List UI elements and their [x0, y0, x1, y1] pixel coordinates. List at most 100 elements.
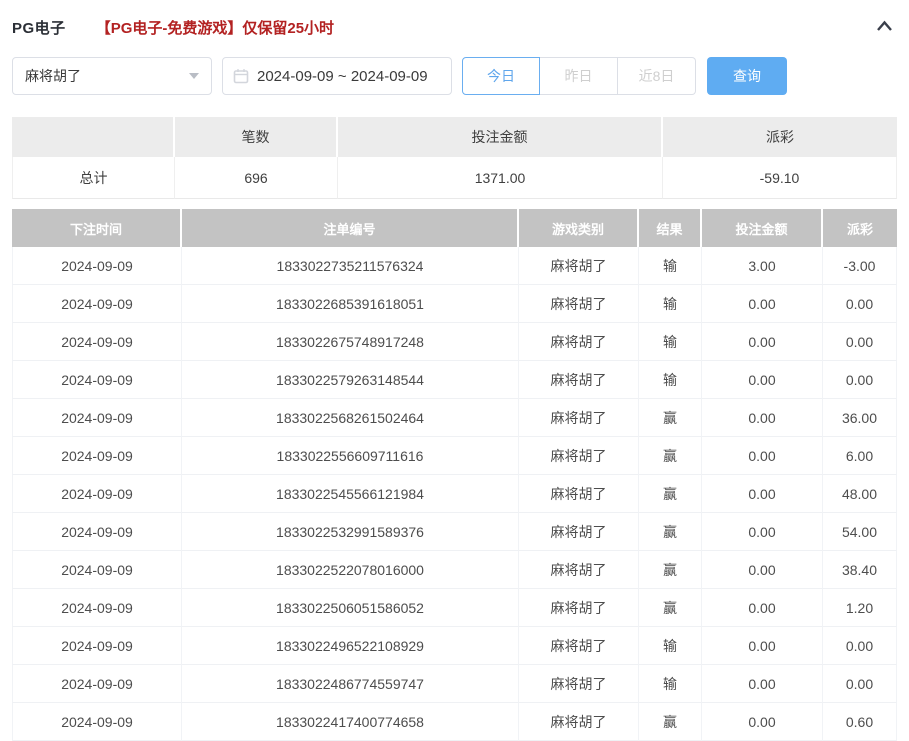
payout-cell: 48.00	[823, 475, 897, 513]
bet-id-cell: 1833022506051586052	[182, 589, 519, 627]
bet-amount-cell: 0.00	[702, 399, 823, 437]
payout-cell: 38.40	[823, 551, 897, 589]
result-cell: 输	[639, 323, 702, 361]
bet-time-cell: 2024-09-09	[12, 247, 182, 285]
table-row: 2024-09-09 1833022556609711616 麻将胡了赢 0.00 6.…	[12, 437, 897, 475]
bet-table-body: 2024-09-09 1833022735211576324 麻将胡了输 3.00 -3…	[12, 247, 897, 741]
game-type-cell: 麻将胡了	[519, 627, 639, 665]
bet-id-cell: 1833022522078016000	[182, 551, 519, 589]
table-row: 2024-09-09 1833022506051586052 麻将胡了赢 0.00 1.…	[12, 589, 897, 627]
table-row: 2024-09-09 1833022568261502464 麻将胡了赢 0.00 36…	[12, 399, 897, 437]
search-button[interactable]: 查询	[707, 57, 787, 95]
summary-total-payout: -59.10	[663, 157, 897, 199]
bet-amount-cell: 0.00	[702, 703, 823, 741]
result-cell: 赢	[639, 551, 702, 589]
result-cell: 输	[639, 285, 702, 323]
payout-cell: 54.00	[823, 513, 897, 551]
bet-time-cell: 2024-09-09	[12, 399, 182, 437]
bet-amount-cell: 0.00	[702, 361, 823, 399]
today-button[interactable]: 今日	[462, 57, 540, 95]
chevron-up-icon	[876, 19, 893, 37]
result-cell: 赢	[639, 399, 702, 437]
table-row: 2024-09-09 1833022532991589376 麻将胡了赢 0.00 54…	[12, 513, 897, 551]
payout-cell: 0.60	[823, 703, 897, 741]
game-type-cell: 麻将胡了	[519, 665, 639, 703]
game-type-cell: 麻将胡了	[519, 361, 639, 399]
bet-id-cell: 1833022545566121984	[182, 475, 519, 513]
table-row: 2024-09-09 1833022417400774658 麻将胡了赢 0.00 0.…	[12, 703, 897, 741]
bet-time-cell: 2024-09-09	[12, 551, 182, 589]
bet-id-cell: 1833022675748917248	[182, 323, 519, 361]
bet-time-cell: 2024-09-09	[12, 665, 182, 703]
result-cell: 输	[639, 665, 702, 703]
summary-header-row: 笔数 投注金额 派彩	[12, 117, 897, 157]
summary-total-bet-amount: 1371.00	[338, 157, 663, 199]
payout-cell: 1.20	[823, 589, 897, 627]
result-cell: 赢	[639, 703, 702, 741]
summary-total-row: 总计 696 1371.00 -59.10	[12, 157, 897, 199]
game-type-cell: 麻将胡了	[519, 399, 639, 437]
game-type-cell: 麻将胡了	[519, 551, 639, 589]
calendar-icon	[233, 68, 249, 84]
result-cell: 赢	[639, 589, 702, 627]
bet-id-cell: 1833022556609711616	[182, 437, 519, 475]
bet-id-cell: 1833022579263148544	[182, 361, 519, 399]
bet-time-cell: 2024-09-09	[12, 627, 182, 665]
panel-header: PG电子 【PG电子-免费游戏】仅保留25小时	[12, 0, 897, 40]
bet-time-cell: 2024-09-09	[12, 323, 182, 361]
header-result: 结果	[639, 209, 702, 247]
yesterday-button[interactable]: 昨日	[540, 57, 618, 95]
bet-id-cell: 1833022486774559747	[182, 665, 519, 703]
header-payout: 派彩	[823, 209, 897, 247]
game-select[interactable]: 麻将胡了	[12, 57, 212, 95]
payout-cell: 0.00	[823, 665, 897, 703]
bet-amount-cell: 0.00	[702, 589, 823, 627]
bet-id-cell: 1833022735211576324	[182, 247, 519, 285]
payout-cell: 0.00	[823, 627, 897, 665]
bet-amount-cell: 0.00	[702, 513, 823, 551]
bet-time-cell: 2024-09-09	[12, 703, 182, 741]
table-row: 2024-09-09 1833022545566121984 麻将胡了赢 0.00 48…	[12, 475, 897, 513]
table-row: 2024-09-09 1833022685391618051 麻将胡了输 0.00 0.…	[12, 285, 897, 323]
game-type-cell: 麻将胡了	[519, 475, 639, 513]
payout-cell: 0.00	[823, 285, 897, 323]
payout-cell: 0.00	[823, 361, 897, 399]
payout-cell: 36.00	[823, 399, 897, 437]
last-8-days-button[interactable]: 近8日	[618, 57, 696, 95]
game-type-cell: 麻将胡了	[519, 437, 639, 475]
summary-header-bet-amount: 投注金额	[338, 117, 663, 157]
game-type-cell: 麻将胡了	[519, 703, 639, 741]
quick-date-button-group: 今日 昨日 近8日	[462, 57, 696, 95]
collapse-panel-button[interactable]	[872, 15, 897, 41]
bet-time-cell: 2024-09-09	[12, 475, 182, 513]
result-cell: 输	[639, 361, 702, 399]
bet-id-cell: 1833022568261502464	[182, 399, 519, 437]
bet-id-cell: 1833022685391618051	[182, 285, 519, 323]
table-row: 2024-09-09 1833022522078016000 麻将胡了赢 0.00 38…	[12, 551, 897, 589]
bet-id-cell: 1833022532991589376	[182, 513, 519, 551]
bet-amount-cell: 0.00	[702, 437, 823, 475]
bet-amount-cell: 0.00	[702, 551, 823, 589]
summary-total-label: 总计	[12, 157, 175, 199]
game-type-cell: 麻将胡了	[519, 285, 639, 323]
result-cell: 赢	[639, 475, 702, 513]
result-cell: 输	[639, 247, 702, 285]
bet-time-cell: 2024-09-09	[12, 589, 182, 627]
game-select-value: 麻将胡了	[25, 68, 81, 84]
date-range-picker[interactable]: 2024-09-09 ~ 2024-09-09	[222, 57, 452, 95]
header-bet-time: 下注时间	[12, 209, 182, 247]
bet-amount-cell: 0.00	[702, 285, 823, 323]
table-row: 2024-09-09 1833022486774559747 麻将胡了输 0.00 0.…	[12, 665, 897, 703]
game-type-cell: 麻将胡了	[519, 247, 639, 285]
payout-cell: 0.00	[823, 323, 897, 361]
table-row: 2024-09-09 1833022579263148544 麻将胡了输 0.00 0.…	[12, 361, 897, 399]
table-row: 2024-09-09 1833022735211576324 麻将胡了输 3.00 -3…	[12, 247, 897, 285]
result-cell: 赢	[639, 513, 702, 551]
header-bet-id: 注单编号	[182, 209, 519, 247]
result-cell: 输	[639, 627, 702, 665]
bet-amount-cell: 0.00	[702, 665, 823, 703]
header-game-type: 游戏类别	[519, 209, 639, 247]
game-type-cell: 麻将胡了	[519, 513, 639, 551]
summary-total-count: 696	[175, 157, 338, 199]
bet-time-cell: 2024-09-09	[12, 285, 182, 323]
